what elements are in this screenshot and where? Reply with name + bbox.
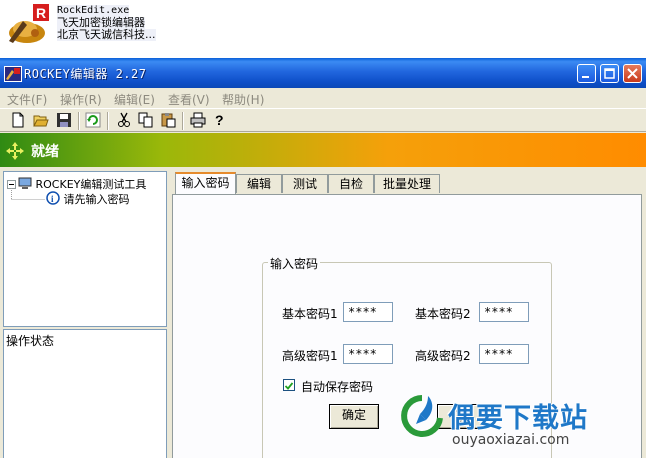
advanced-password-1-label: 高级密码1 [282, 349, 338, 363]
toolbar-separator [182, 112, 184, 130]
status-banner: 就绪 [0, 133, 646, 167]
menu-file[interactable]: 文件(F) [7, 91, 47, 108]
menu-view[interactable]: 查看(V) [168, 91, 210, 108]
svg-text:R: R [36, 5, 46, 21]
window-title: ROCKEY编辑器 2.27 [24, 67, 147, 81]
close-button[interactable] [623, 64, 642, 83]
title-bar[interactable]: ROCKEY编辑器 2.27 [0, 58, 646, 88]
basic-password-1-label: 基本密码1 [282, 307, 338, 321]
menu-edit[interactable]: 编辑(E) [114, 91, 155, 108]
autosave-label: 自动保存密码 [301, 380, 374, 394]
info-icon: i [46, 191, 60, 205]
help-icon[interactable]: ? [212, 112, 228, 128]
refresh-icon[interactable] [85, 112, 101, 128]
menu-bar: 文件(F) 操作(R) 编辑(E) 查看(V) 帮助(H) [0, 88, 646, 108]
tab-batch[interactable]: 批量处理 [374, 174, 440, 193]
status-text: 就绪 [31, 144, 59, 160]
file-company: 北京飞天诚信科技... [57, 28, 156, 41]
operation-status-panel: 操作状态 [3, 329, 167, 458]
copy-icon[interactable] [138, 112, 154, 128]
toolbar-separator [78, 112, 80, 130]
print-icon[interactable] [190, 112, 206, 128]
open-icon[interactable] [33, 112, 49, 128]
rockey-app-icon: R [5, 3, 51, 45]
checkmark-icon [284, 382, 294, 390]
watermark-url: ouyaoxiazai.com [452, 432, 570, 448]
tab-enter-password[interactable]: 输入密码 [175, 172, 236, 194]
tree-root-item[interactable]: ROCKEY编辑测试工具 [18, 176, 146, 192]
toolbar-separator [107, 112, 109, 130]
autosave-checkbox[interactable] [283, 379, 295, 391]
advanced-password-2-label: 高级密码2 [415, 349, 471, 363]
tab-edit[interactable]: 编辑 [236, 174, 282, 193]
basic-password-2-field[interactable]: **** [479, 302, 529, 322]
status-arrows-icon [5, 141, 25, 161]
new-icon[interactable] [10, 112, 26, 128]
basic-password-2-label: 基本密码2 [415, 307, 471, 321]
tree-root-label: ROCKEY编辑测试工具 [35, 178, 147, 191]
tree-child-label: 请先输入密码 [63, 193, 130, 206]
menu-operation[interactable]: 操作(R) [60, 91, 102, 108]
advanced-password-1-field[interactable]: **** [343, 344, 393, 364]
ok-button[interactable]: 确定 [329, 404, 379, 429]
paste-icon[interactable] [160, 112, 176, 128]
maximize-button[interactable] [600, 64, 619, 83]
watermark-site-name: 偶要下载站 [448, 403, 588, 434]
file-info: R RockEdit.exe 飞天加密锁编辑器 北京飞天诚信科技... [0, 0, 180, 46]
menu-help[interactable]: 帮助(H) [222, 91, 264, 108]
tab-test[interactable]: 测试 [282, 174, 328, 193]
save-icon[interactable] [56, 112, 72, 128]
tree-child-item[interactable]: i 请先输入密码 [46, 191, 130, 207]
password-group-title: 输入密码 [268, 255, 321, 272]
cut-icon[interactable] [116, 112, 132, 128]
toolbar: ? [0, 108, 646, 132]
watermark-logo-icon [398, 392, 446, 440]
operation-status-label: 操作状态 [6, 334, 55, 348]
svg-text:?: ? [215, 112, 224, 128]
minimize-button[interactable] [577, 64, 596, 83]
computer-icon [18, 177, 32, 189]
basic-password-1-field[interactable]: **** [343, 302, 393, 322]
tab-self-check[interactable]: 自检 [328, 174, 374, 193]
tree-panel: ROCKEY编辑测试工具 i 请先输入密码 [3, 171, 167, 327]
window-icon[interactable] [4, 66, 22, 82]
advanced-password-2-field[interactable]: **** [479, 344, 529, 364]
